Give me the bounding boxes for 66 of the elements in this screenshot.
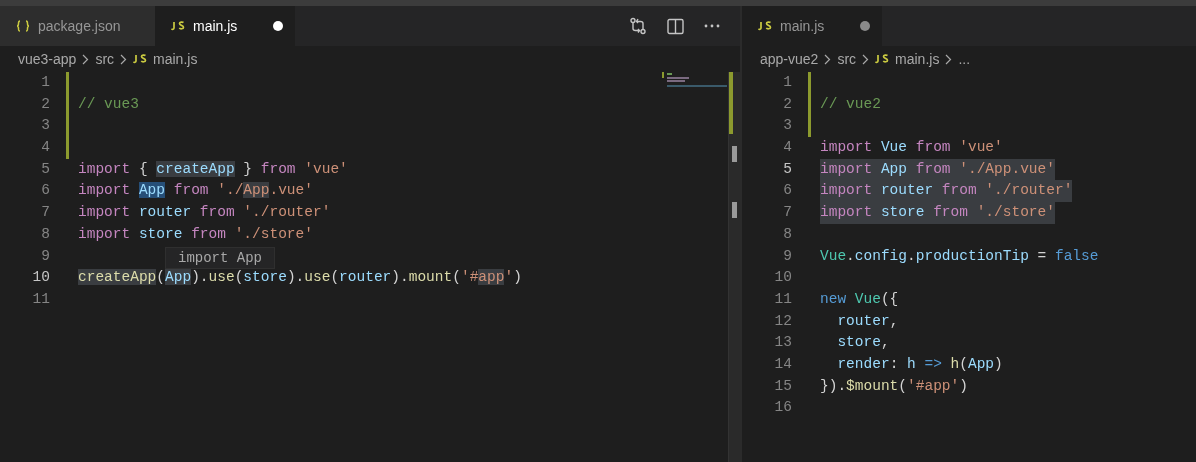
js-file-icon: [875, 54, 890, 64]
code-line: Vue.config.productionTip = false: [820, 246, 1099, 266]
compare-changes-icon[interactable]: [629, 17, 647, 35]
line-number: 8: [40, 224, 50, 244]
line-number: 13: [773, 333, 792, 353]
line-number: 7: [40, 203, 50, 223]
more-icon[interactable]: [704, 24, 720, 28]
breadcrumb-item[interactable]: src: [95, 48, 115, 70]
code-line: render: h => h(App): [836, 354, 1003, 374]
line-number: 1: [40, 73, 50, 92]
editor-tab[interactable]: main.js: [742, 6, 882, 46]
line-number: 3: [782, 116, 792, 136]
minimap: [662, 72, 728, 87]
code-line: import store from './store': [78, 224, 313, 244]
editor-tab[interactable]: package.json: [0, 6, 155, 46]
code-line: createApp(App).use(store).use(router).mount('#app'): [78, 268, 522, 288]
line-number: 9: [782, 246, 792, 266]
code-line: new Vue({: [820, 289, 899, 309]
code-line: import Vue from 'vue': [820, 138, 1003, 158]
line-number: 7: [782, 203, 792, 223]
line-number: 10: [773, 268, 792, 288]
line-number: 3: [40, 116, 50, 136]
line-number: 6: [40, 181, 50, 201]
code-line: import App from './App.vue': [78, 181, 313, 201]
breadcrumb-item[interactable]: main.js: [895, 48, 940, 70]
line-number: 5: [40, 159, 50, 179]
code-line: import router from './router': [78, 203, 331, 223]
editor-tab[interactable]: main.js: [155, 6, 295, 46]
chevron-right-icon: [862, 53, 870, 65]
code-line: import { createApp } from 'vue': [78, 159, 348, 179]
line-number: 4: [782, 138, 792, 158]
line-number: 16: [773, 398, 792, 418]
line-number: 15: [773, 376, 792, 396]
line-number: 2: [782, 94, 792, 114]
js-file-icon: [758, 21, 772, 31]
line-number: 11: [31, 289, 50, 309]
split-editor-icon[interactable]: [667, 17, 684, 35]
line-number: 11: [773, 289, 792, 309]
braces-icon: [16, 20, 30, 32]
chevron-right-icon: [824, 53, 832, 65]
breadcrumb-item[interactable]: src: [837, 48, 857, 70]
js-file-icon: [171, 21, 185, 31]
breadcrumb-item[interactable]: vue3-app: [18, 48, 77, 70]
line-number: 8: [782, 224, 792, 244]
line-number: 1: [782, 73, 792, 92]
code-line: }).$mount('#app'): [820, 376, 968, 396]
breadcrumb-item[interactable]: ...: [958, 48, 971, 70]
line-number: 5: [782, 159, 792, 179]
code-line: store,: [836, 333, 890, 353]
chevron-right-icon: [82, 53, 90, 65]
line-number: 10: [31, 268, 50, 288]
line-number: 9: [40, 246, 50, 266]
line-number: 6: [782, 181, 792, 201]
js-file-icon: [133, 54, 148, 64]
line-number: 12: [773, 311, 792, 331]
line-number: 4: [40, 138, 50, 158]
chevron-right-icon: [120, 53, 128, 65]
code-line: // vue2: [820, 94, 881, 114]
line-number: 14: [773, 354, 792, 374]
breadcrumb-item[interactable]: main.js: [153, 48, 198, 70]
code-line: router,: [836, 311, 899, 331]
breadcrumb-item[interactable]: app-vue2: [760, 48, 819, 70]
hover-tooltip: import App: [165, 247, 275, 269]
code-line: // vue3: [78, 94, 139, 114]
chevron-right-icon: [945, 53, 953, 65]
line-number: 2: [40, 94, 50, 114]
